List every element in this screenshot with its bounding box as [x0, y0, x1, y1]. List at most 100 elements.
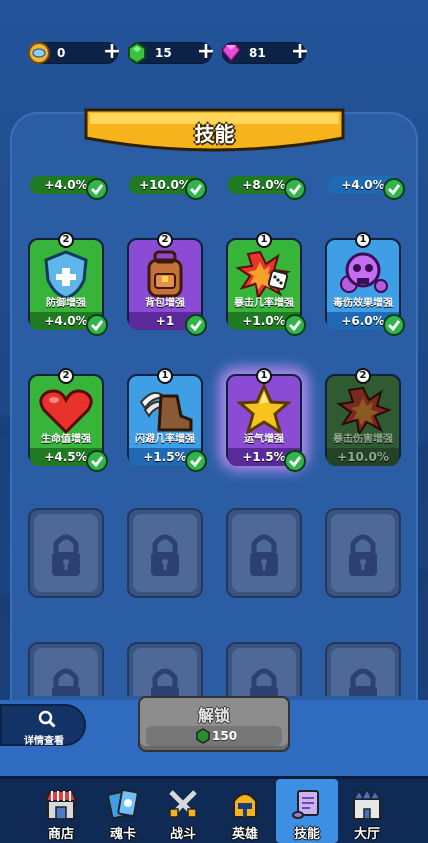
- check-icon: [383, 314, 405, 336]
- add-coin-button[interactable]: +: [101, 41, 123, 64]
- nav-cards-label: 魂卡: [109, 827, 136, 842]
- check-icon: [185, 178, 207, 200]
- lock-icon: [250, 668, 278, 696]
- explosion-icon: [336, 386, 392, 437]
- check-icon: [284, 314, 306, 336]
- level-badge: 1: [157, 368, 173, 384]
- lock-icon: [349, 668, 377, 696]
- level-badge: 2: [355, 368, 371, 384]
- nav-lobby-label: 大厅: [353, 827, 380, 842]
- diamond-value: 81: [249, 46, 266, 60]
- winged-boot-icon: [139, 391, 193, 432]
- locked-slot[interactable]: [325, 508, 401, 608]
- backpack-icon: [147, 250, 183, 298]
- skill-value: +10.0%: [327, 448, 399, 466]
- skill-grid: +4.0% +10.0% +8.0% +4.0% 2 防御增强 +4.0% 2: [10, 176, 418, 696]
- locked-slot[interactable]: [226, 642, 302, 696]
- nav-cards[interactable]: 魂卡: [92, 779, 154, 843]
- coin-value: 0: [57, 46, 66, 60]
- skill-name: 毒伤效果增强: [333, 298, 393, 309]
- currency-bar: 0 + 15 + 81 +: [0, 41, 428, 66]
- diamond-counter: 81 +: [220, 41, 309, 64]
- add-gem-button[interactable]: +: [195, 41, 217, 64]
- nav-skills-label: 技能: [293, 827, 320, 842]
- locked-slot[interactable]: [127, 642, 203, 696]
- locked-slot[interactable]: [325, 642, 401, 696]
- explosion-dice-icon: [235, 250, 292, 301]
- check-icon: [383, 178, 405, 200]
- skill-card-crit-damage[interactable]: 2 暴击伤害增强 +10.0%: [325, 368, 401, 474]
- gem-counter: 15 +: [128, 41, 215, 65]
- skill-name: 闪避几率增强: [135, 434, 195, 445]
- check-icon: [185, 450, 207, 472]
- nav-shop-label: 商店: [47, 827, 74, 842]
- unlock-label: 解锁: [197, 706, 230, 725]
- coin-counter: 0 +: [28, 41, 121, 64]
- nav-hero[interactable]: 英雄: [214, 779, 276, 843]
- nav-lobby[interactable]: 大厅: [336, 779, 398, 843]
- check-icon: [284, 178, 306, 200]
- gem-value: 15: [155, 46, 172, 60]
- locked-slot[interactable]: [28, 642, 104, 696]
- unlock-cost: 150: [212, 729, 238, 743]
- lock-icon: [349, 534, 377, 576]
- nav-battle[interactable]: 战斗: [152, 779, 214, 843]
- skill-card-dodge[interactable]: 1 闪避几率增强 +1.5%: [127, 368, 207, 474]
- page-title: 技能: [194, 122, 235, 146]
- skill-card-luck[interactable]: 1 运气增强 +1.5%: [226, 368, 306, 474]
- check-icon: [284, 450, 306, 472]
- shield-icon: [44, 250, 88, 300]
- skill-card-poison[interactable]: 1 毒伤效果增强 +6.0%: [325, 232, 405, 338]
- lock-icon: [151, 668, 179, 696]
- skill-name: 生命值增强: [41, 434, 91, 445]
- coin-icon: [28, 42, 50, 64]
- heart-icon: [39, 389, 93, 435]
- nav-battle-label: 战斗: [169, 827, 196, 842]
- locked-slot[interactable]: [226, 508, 302, 608]
- skill-name: 暴击伤害增强: [333, 434, 393, 445]
- castle-icon: [352, 787, 382, 820]
- locked-slot[interactable]: [127, 508, 203, 608]
- lock-icon: [250, 534, 278, 576]
- diamond-icon: [220, 44, 242, 63]
- nav-skills[interactable]: 技能: [276, 779, 338, 843]
- skill-name: 运气增强: [244, 434, 284, 445]
- shop-icon: [44, 790, 78, 820]
- locked-slot[interactable]: [28, 508, 104, 608]
- star-icon: [236, 382, 292, 436]
- level-badge: 2: [157, 232, 173, 248]
- level-badge: 1: [256, 368, 272, 384]
- add-diamond-button[interactable]: +: [289, 41, 311, 64]
- green-gem-icon: [196, 728, 210, 744]
- lock-icon: [52, 534, 80, 576]
- view-details-label: 详情查看: [24, 736, 64, 747]
- lock-icon: [151, 534, 179, 576]
- check-icon: [86, 178, 108, 200]
- skill-name: 防御增强: [46, 298, 86, 309]
- nav-shop[interactable]: 商店: [30, 779, 92, 843]
- bottom-nav: 商店 魂卡 战斗 英雄 技能 大厅: [0, 776, 428, 843]
- green-gem-icon: [128, 41, 146, 65]
- level-badge: 1: [355, 232, 371, 248]
- poison-skull-icon: [340, 252, 388, 293]
- crossed-swords-icon: [169, 790, 197, 818]
- level-badge: 1: [256, 232, 272, 248]
- nav-hero-label: 英雄: [231, 827, 258, 842]
- check-icon: [185, 314, 207, 336]
- skill-card-health[interactable]: 2 生命值增强 +4.5%: [28, 368, 108, 474]
- skill-card-crit-chance[interactable]: 1 暴击几率增强 +1.0%: [226, 232, 306, 338]
- level-badge: 2: [58, 368, 74, 384]
- view-details-button[interactable]: 详情查看: [0, 704, 86, 747]
- lock-icon: [52, 668, 80, 696]
- skill-card-defense[interactable]: 2 防御增强 +4.0%: [28, 232, 108, 338]
- skill-name: 暴击几率增强: [234, 298, 294, 309]
- helmet-icon: [233, 793, 257, 818]
- cards-icon: [107, 789, 139, 820]
- check-icon: [86, 450, 108, 472]
- scroll-icon: [292, 790, 319, 819]
- level-badge: 2: [58, 232, 74, 248]
- skill-card-backpack[interactable]: 2 背包增强 +1: [127, 232, 207, 338]
- unlock-button[interactable]: 解锁 150: [138, 696, 290, 752]
- check-icon: [86, 314, 108, 336]
- magnifier-icon: [38, 710, 56, 728]
